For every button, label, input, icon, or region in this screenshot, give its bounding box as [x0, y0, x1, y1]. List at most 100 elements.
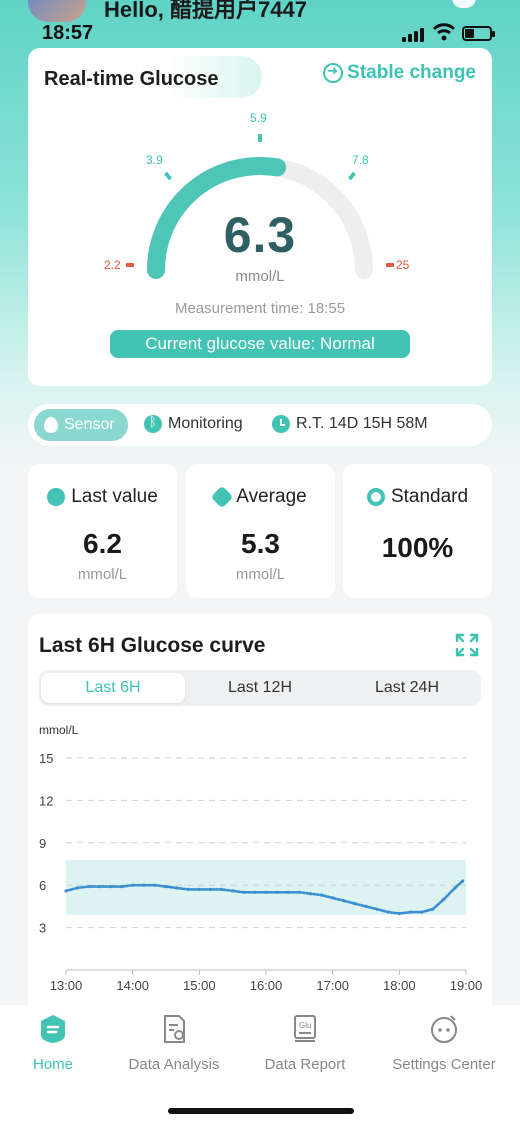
sensor-button[interactable]: Sensor: [34, 409, 128, 441]
standard-card: Standard 100%: [343, 464, 492, 598]
clock-icon: [47, 488, 66, 506]
x-tick-label: 19:00: [450, 978, 483, 993]
data-point: [120, 885, 124, 889]
data-point: [320, 893, 324, 897]
expand-icon[interactable]: [454, 632, 480, 658]
gauge-tick-mid: [258, 134, 262, 142]
data-point: [353, 902, 357, 906]
tab-last-24h[interactable]: Last 24H: [335, 673, 479, 703]
nav-label: Home: [32, 1056, 73, 1073]
tab-last-12h[interactable]: Last 12H: [188, 673, 332, 703]
stat-title: Last value: [71, 486, 158, 507]
gauge-label-mid: 5.9: [250, 111, 267, 125]
curve-title: Last 6H Glucose curve: [39, 634, 266, 657]
data-point: [331, 896, 335, 900]
measurement-time: Measurement time: 18:55: [174, 300, 346, 317]
data-point: [397, 911, 401, 916]
nav-settings-center[interactable]: Settings Center: [379, 1013, 509, 1073]
monitoring-status: Monitoring: [144, 415, 243, 433]
average-card: Average 5.3 mmol/L: [186, 464, 335, 598]
stat-value: 100%: [381, 532, 454, 563]
gauge-tick-high: [348, 172, 356, 180]
y-tick-label: 3: [39, 921, 46, 936]
glucose-curve-card: Last 6H Glucose curve Last 6H Last 12H L…: [28, 614, 492, 1034]
remaining-time: R.T. 14D 15H 58M: [272, 415, 428, 433]
data-point: [364, 904, 368, 908]
x-tick-label: 17:00: [316, 978, 349, 993]
nav-data-analysis[interactable]: Data Analysis: [109, 1013, 239, 1073]
stat-title: Average: [236, 486, 307, 507]
data-point: [453, 886, 457, 890]
data-point: [75, 886, 79, 890]
data-point: [442, 897, 446, 901]
x-tick-label: 16:00: [250, 978, 283, 993]
clock-icon: [272, 415, 290, 433]
data-point: [153, 883, 157, 887]
data-point: [208, 887, 212, 891]
tab-last-6h[interactable]: Last 6H: [41, 673, 185, 703]
data-point: [64, 889, 68, 893]
y-tick-label: 6: [39, 878, 46, 893]
x-tick-label: 15:00: [183, 978, 216, 993]
nav-label: Settings Center: [392, 1056, 496, 1073]
gauge-tick-low: [164, 172, 172, 180]
notification-icon[interactable]: [452, 0, 476, 8]
data-point: [164, 885, 168, 889]
glucose-curve-chart: mmol/L 15 12 9 6 3 13:00 14:00 15:00 16:00 17:00 18…: [39, 723, 483, 993]
stat-unit: mmol/L: [77, 566, 128, 583]
y-axis-label: mmol/L: [39, 723, 79, 737]
bluetooth-icon: [144, 415, 162, 433]
home-icon: [41, 1015, 65, 1043]
home-indicator: [168, 1108, 354, 1114]
sensor-status-bar: Sensor Monitoring R.T. 14D 15H 58M: [28, 404, 492, 446]
average-icon: [210, 485, 234, 509]
data-point: [197, 887, 201, 891]
status-bar: Hello, 醋提用户7447 18:57: [0, 0, 520, 46]
stat-value: 5.3: [241, 528, 280, 559]
data-point: [142, 883, 146, 887]
x-tick-label: 13:00: [50, 978, 83, 993]
data-point: [286, 890, 290, 894]
data-report-icon: Glu: [294, 1015, 316, 1042]
status-time: 18:57: [42, 22, 94, 44]
sensor-label: Sensor: [64, 416, 115, 433]
monitoring-label: Monitoring: [168, 415, 243, 432]
data-point: [461, 879, 465, 883]
data-point: [275, 890, 279, 894]
data-point: [175, 886, 179, 890]
x-tick-label: 18:00: [383, 978, 416, 993]
y-tick-label: 12: [39, 793, 53, 808]
nav-data-report[interactable]: Glu Data Report: [240, 1013, 370, 1073]
greeting-text: Hello, 醋提用户7447: [104, 0, 307, 22]
data-point: [86, 885, 90, 889]
data-point: [375, 907, 379, 911]
gauge-label-low: 3.9: [146, 153, 163, 167]
data-point: [420, 910, 424, 914]
glucose-status-pill: Current glucose value: Normal: [110, 330, 410, 358]
nav-label: Data Report: [264, 1056, 346, 1073]
stat-unit: mmol/L: [235, 566, 286, 583]
avatar[interactable]: [28, 0, 86, 22]
data-point: [264, 890, 268, 894]
data-point: [297, 890, 301, 894]
time-range-tabs: Last 6H Last 12H Last 24H: [39, 670, 481, 706]
stat-value: 6.2: [83, 528, 122, 559]
y-tick-label: 15: [39, 751, 53, 766]
target-range-band: [66, 859, 466, 915]
glucose-unit: mmol/L: [235, 268, 285, 285]
bottom-navigation: Home Data Analysis Glu Data Report Setti…: [0, 1005, 520, 1125]
data-point: [242, 890, 246, 894]
realtime-glucose-card: Real-time Glucose Stable change 5.9 3.9 …: [28, 48, 492, 386]
nav-label: Data Analysis: [128, 1056, 220, 1073]
data-point: [97, 885, 101, 889]
data-point: [231, 889, 235, 893]
target-icon: [366, 488, 385, 506]
data-point: [108, 885, 112, 889]
data-point: [186, 887, 190, 891]
battery-icon: [462, 26, 495, 41]
nav-home[interactable]: Home: [0, 1013, 118, 1073]
glucose-value: 6.3: [223, 207, 297, 263]
stat-title: Standard: [390, 486, 469, 507]
data-point: [342, 899, 346, 903]
svg-text:Glu: Glu: [299, 1021, 311, 1030]
